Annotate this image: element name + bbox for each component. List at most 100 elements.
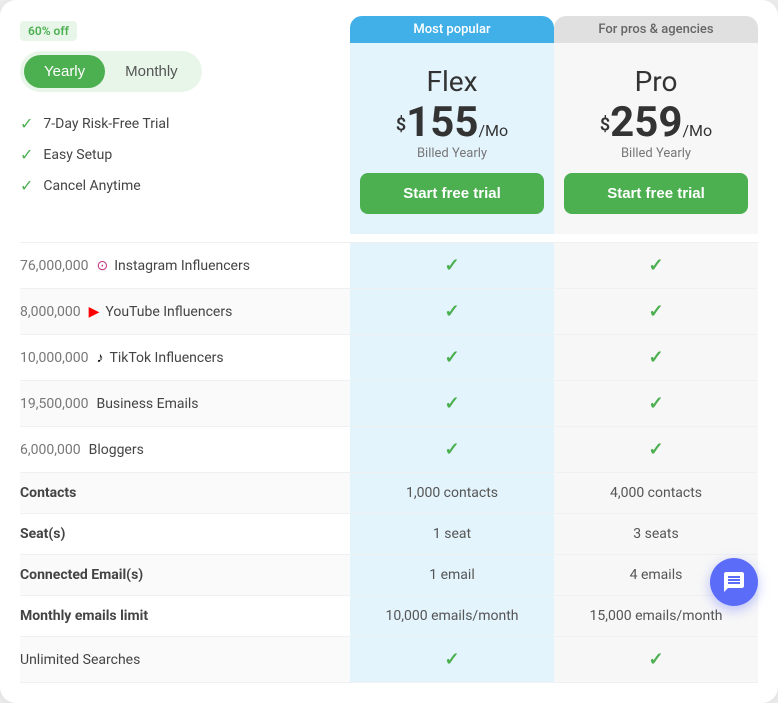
feature-item-2: ✓ Easy Setup <box>20 139 350 170</box>
feature-label-1: 7-Day Risk-Free Trial <box>43 116 169 132</box>
row-label-bloggers: 6,000,000 Bloggers <box>20 430 350 470</box>
yearly-toggle-button[interactable]: Yearly <box>24 55 105 88</box>
pro-period: /Mo <box>682 121 712 140</box>
contacts-flex-cell: 1,000 contacts <box>350 473 554 513</box>
check-icon-1: ✓ <box>20 114 33 133</box>
bloggers-count: 6,000,000 <box>20 442 81 458</box>
instagram-label: Instagram Influencers <box>114 258 250 274</box>
pro-plan-column: For pros & agencies Pro $259/Mo Billed Y… <box>554 20 758 234</box>
header-row: 60% off Yearly Monthly ✓ 7-Day Risk-Free… <box>20 20 758 234</box>
tiktok-pro-cell: ✓ <box>554 335 758 380</box>
unlimited-searches-pro-check: ✓ <box>648 649 663 670</box>
youtube-pro-cell: ✓ <box>554 289 758 334</box>
table-row-tiktok: 10,000,000 ♪ TikTok Influencers ✓ ✓ <box>20 334 758 380</box>
emails-count: 19,500,000 <box>20 396 88 412</box>
feature-item-1: ✓ 7-Day Risk-Free Trial <box>20 108 350 139</box>
table-row-emails: 19,500,000 Business Emails ✓ ✓ <box>20 380 758 426</box>
table-row-instagram: 76,000,000 ⊙ Instagram Influencers ✓ ✓ <box>20 242 758 288</box>
row-label-contacts: Contacts <box>20 473 350 513</box>
bloggers-pro-check: ✓ <box>648 439 663 460</box>
monthly-toggle-button[interactable]: Monthly <box>105 55 198 88</box>
youtube-icon: ▶ <box>89 304 100 320</box>
bloggers-flex-check: ✓ <box>444 439 459 460</box>
contacts-pro-cell: 4,000 contacts <box>554 473 758 513</box>
youtube-flex-cell: ✓ <box>350 289 554 334</box>
youtube-flex-check: ✓ <box>444 301 459 322</box>
for-pros-badge: For pros & agencies <box>554 16 758 43</box>
check-icon-2: ✓ <box>20 145 33 164</box>
left-column: 60% off Yearly Monthly ✓ 7-Day Risk-Free… <box>20 20 350 201</box>
flex-amount: 155 <box>406 98 478 147</box>
row-label-unlimited-searches: Unlimited Searches <box>20 640 350 680</box>
features-table: 76,000,000 ⊙ Instagram Influencers ✓ ✓ 8… <box>20 242 758 683</box>
tiktok-flex-cell: ✓ <box>350 335 554 380</box>
instagram-icon: ⊙ <box>96 258 108 274</box>
tiktok-icon: ♪ <box>96 349 103 366</box>
pro-plan-header: Pro $259/Mo Billed Yearly Start free tri… <box>564 43 748 234</box>
pro-dollar: $ <box>600 114 610 135</box>
chat-icon <box>722 570 746 594</box>
flex-cta-button[interactable]: Start free trial <box>360 173 544 214</box>
youtube-count: 8,000,000 <box>20 304 81 320</box>
feature-label-3: Cancel Anytime <box>43 178 140 194</box>
check-icon-3: ✓ <box>20 176 33 195</box>
youtube-pro-check: ✓ <box>648 301 663 322</box>
most-popular-badge: Most popular <box>350 16 554 43</box>
flex-plan-name: Flex <box>360 65 544 98</box>
instagram-pro-check: ✓ <box>648 255 663 276</box>
instagram-pro-cell: ✓ <box>554 243 758 288</box>
instagram-count: 76,000,000 <box>20 258 88 274</box>
youtube-label: YouTube Influencers <box>105 304 232 320</box>
emails-pro-cell: ✓ <box>554 381 758 426</box>
billing-toggle: Yearly Monthly <box>20 51 202 92</box>
row-label-tiktok: 10,000,000 ♪ TikTok Influencers <box>20 337 350 378</box>
monthly-limit-flex-cell: 10,000 emails/month <box>350 596 554 636</box>
unlimited-searches-flex-cell: ✓ <box>350 637 554 682</box>
row-label-instagram: 76,000,000 ⊙ Instagram Influencers <box>20 246 350 286</box>
emails-pro-check: ✓ <box>648 393 663 414</box>
row-label-youtube: 8,000,000 ▶ YouTube Influencers <box>20 292 350 332</box>
tiktok-label: TikTok Influencers <box>109 350 223 366</box>
chat-button[interactable] <box>710 558 758 606</box>
bloggers-pro-cell: ✓ <box>554 427 758 472</box>
unlimited-searches-pro-cell: ✓ <box>554 637 758 682</box>
flex-billed: Billed Yearly <box>360 146 544 161</box>
pro-plan-price: $259/Mo <box>564 102 748 144</box>
table-row-connected-emails: Connected Email(s) 1 email 4 emails <box>20 554 758 595</box>
flex-plan-header: Flex $155/Mo Billed Yearly Start free tr… <box>360 43 544 234</box>
discount-badge: 60% off <box>20 21 77 41</box>
table-row-bloggers: 6,000,000 Bloggers ✓ ✓ <box>20 426 758 472</box>
unlimited-searches-flex-check: ✓ <box>444 649 459 670</box>
features-list: ✓ 7-Day Risk-Free Trial ✓ Easy Setup ✓ C… <box>20 108 350 201</box>
tiktok-count: 10,000,000 <box>20 350 88 366</box>
feature-label-2: Easy Setup <box>43 147 112 163</box>
connected-emails-flex-cell: 1 email <box>350 555 554 595</box>
pricing-card: 60% off Yearly Monthly ✓ 7-Day Risk-Free… <box>0 0 778 703</box>
table-row-unlimited-searches: Unlimited Searches ✓ ✓ <box>20 636 758 683</box>
emails-flex-check: ✓ <box>444 393 459 414</box>
flex-plan-column: Most popular Flex $155/Mo Billed Yearly … <box>350 20 554 234</box>
seats-flex-cell: 1 seat <box>350 514 554 554</box>
pro-amount: 259 <box>610 98 682 147</box>
bloggers-flex-cell: ✓ <box>350 427 554 472</box>
flex-plan-price: $155/Mo <box>360 102 544 144</box>
pro-cta-button[interactable]: Start free trial <box>564 173 748 214</box>
emails-flex-cell: ✓ <box>350 381 554 426</box>
table-row-seats: Seat(s) 1 seat 3 seats <box>20 513 758 554</box>
table-row-contacts: Contacts 1,000 contacts 4,000 contacts <box>20 472 758 513</box>
tiktok-pro-check: ✓ <box>648 347 663 368</box>
instagram-flex-check: ✓ <box>444 255 459 276</box>
table-row-youtube: 8,000,000 ▶ YouTube Influencers ✓ ✓ <box>20 288 758 334</box>
emails-label: Business Emails <box>96 396 198 412</box>
bloggers-label: Bloggers <box>89 442 144 458</box>
seats-pro-cell: 3 seats <box>554 514 758 554</box>
pro-plan-name: Pro <box>564 65 748 98</box>
flex-dollar: $ <box>396 114 406 135</box>
row-label-seats: Seat(s) <box>20 514 350 554</box>
feature-item-3: ✓ Cancel Anytime <box>20 170 350 201</box>
table-row-monthly-limit: Monthly emails limit 10,000 emails/month… <box>20 595 758 636</box>
pro-billed: Billed Yearly <box>564 146 748 161</box>
flex-period: /Mo <box>478 121 508 140</box>
row-label-monthly-limit: Monthly emails limit <box>20 596 350 636</box>
tiktok-flex-check: ✓ <box>444 347 459 368</box>
